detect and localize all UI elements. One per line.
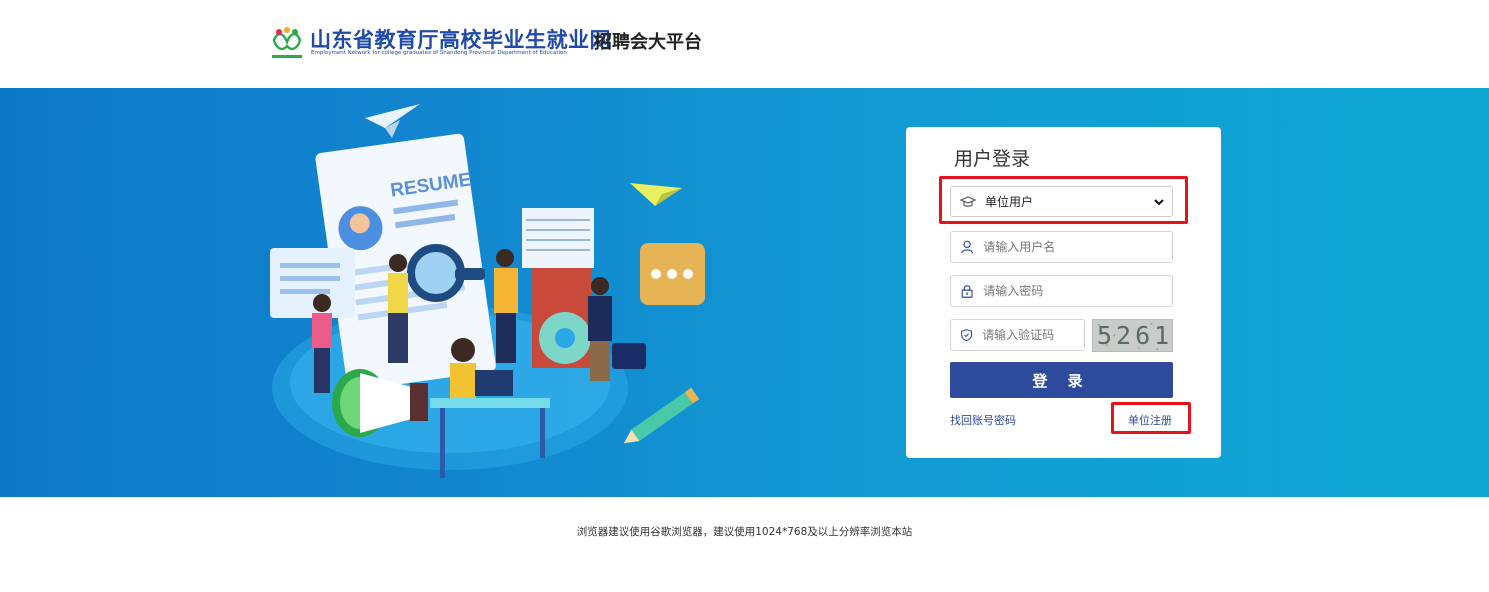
- hero-banner: RESUME: [0, 88, 1489, 497]
- password-field[interactable]: [950, 275, 1173, 307]
- login-button[interactable]: 登 录: [950, 362, 1173, 398]
- recruitment-illustration: RESUME: [270, 104, 705, 478]
- login-title: 用户登录: [954, 148, 1031, 170]
- lock-icon: [961, 285, 973, 298]
- platform-suffix: 招聘会大平台: [594, 32, 702, 53]
- password-input[interactable]: [983, 284, 1172, 298]
- username-field[interactable]: [950, 231, 1173, 263]
- highlight-box-user-type: [939, 176, 1188, 224]
- username-input[interactable]: [983, 240, 1172, 254]
- site-subtitle: Employment Network for college graduates…: [311, 50, 567, 56]
- shield-icon: [961, 329, 973, 342]
- captcha-field[interactable]: [950, 319, 1085, 351]
- forgot-password-link[interactable]: 找回账号密码: [950, 412, 1016, 428]
- user-icon: [961, 240, 974, 254]
- logo-icon: [272, 27, 302, 58]
- captcha-input[interactable]: [982, 328, 1084, 342]
- captcha-text: 5261: [1097, 321, 1173, 350]
- highlight-box-register: [1111, 402, 1191, 434]
- header: 山东省教育厅高校毕业生就业网 Employment Network for co…: [0, 0, 1489, 88]
- footer-notice: 浏览器建议使用谷歌浏览器，建议使用1024*768及以上分辨率浏览本站: [576, 526, 913, 538]
- captcha-image[interactable]: 5261: [1092, 319, 1173, 352]
